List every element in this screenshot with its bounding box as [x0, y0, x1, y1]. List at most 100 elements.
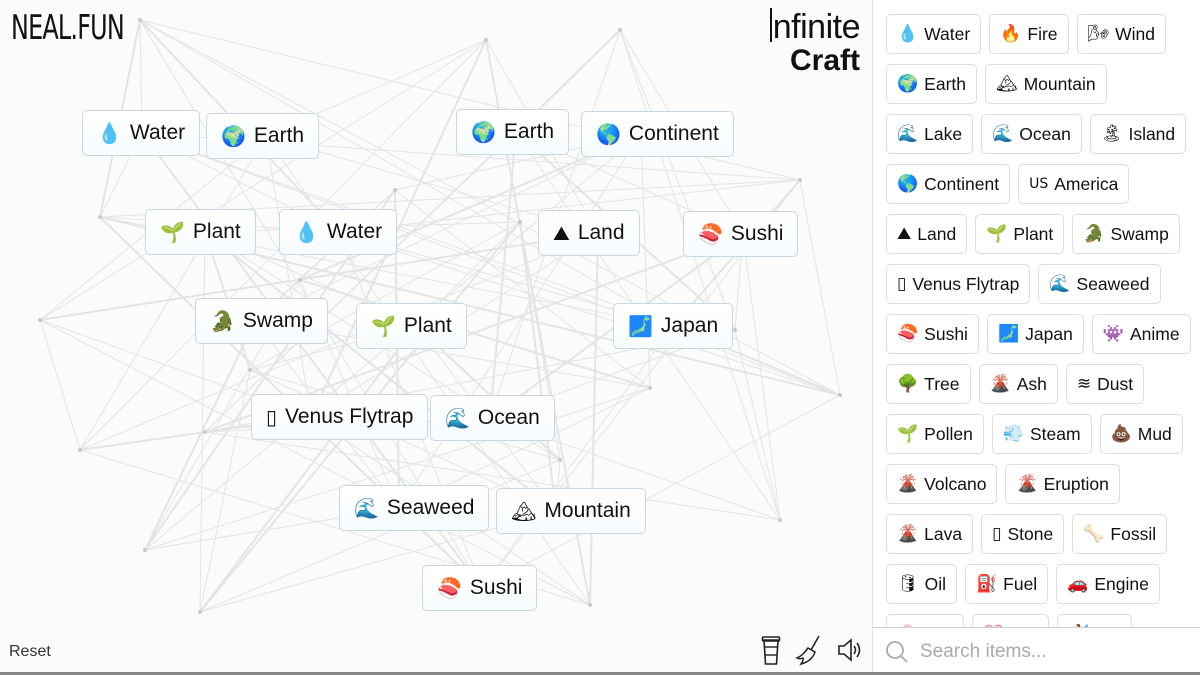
sidebar-item-h-[interactable]: 💗H...	[972, 614, 1049, 627]
connection-line	[799, 179, 841, 396]
sidebar-item-label: Pollen	[924, 423, 973, 444]
node-label: Land	[577, 221, 625, 244]
canvas-node-continent[interactable]: 🌎 Continent	[581, 111, 734, 157]
sidebar-item-venus-flytrap[interactable]: ▯ Venus Flytrap	[886, 264, 1031, 304]
sidebar-item-tree[interactable]: 🌳 Tree	[886, 364, 971, 404]
sidebar-item-label: Volcano	[924, 473, 987, 494]
wave-icon: 🌊	[354, 496, 379, 520]
tree-icon: 🌳	[897, 373, 919, 394]
connection-dot	[733, 328, 737, 332]
sidebar-item-dust[interactable]: ≋ Dust	[1065, 364, 1145, 404]
sidebar-item-fossil[interactable]: 🦴 Fossil	[1072, 514, 1168, 554]
sidebar-item-earth[interactable]: 🌍 Earth	[886, 64, 977, 104]
earth-globe-icon: 🌍	[471, 120, 496, 144]
sidebar-item-lava[interactable]: 🌋 Lava	[886, 514, 974, 554]
sidebar-item-label: Tree	[924, 373, 960, 394]
sidebar-item-ash[interactable]: 🌋 Ash	[978, 364, 1058, 404]
sidebar-item-volcano[interactable]: 🌋 Volcano	[886, 464, 998, 504]
broom-icon[interactable]	[795, 634, 823, 666]
sidebar-item-label: Fuel	[1003, 573, 1038, 594]
sidebar-item-label: Plant	[1013, 223, 1054, 244]
connection-dot	[558, 458, 562, 462]
canvas-node-plant[interactable]: 🌱 Plant	[145, 209, 256, 255]
canvas-node-water[interactable]: 💧 Water	[82, 110, 201, 156]
sidebar-item-label: Lava	[924, 523, 963, 544]
canvas-node-water[interactable]: 💧 Water	[279, 209, 398, 255]
sidebar-item-fire[interactable]: 🔥 Fire	[989, 14, 1069, 54]
wave-icon: 🌊	[1049, 273, 1071, 294]
brand-line1: nfinite	[772, 8, 861, 46]
connection-dot	[798, 178, 802, 182]
sidebar-item-eruption[interactable]: 🌋 Eruption	[1005, 464, 1120, 504]
sidebar-item-engine[interactable]: 🚗 Engine	[1056, 564, 1160, 604]
sidebar-item-ocean[interactable]: 🌊 Ocean	[981, 114, 1082, 154]
crafting-canvas[interactable]: NEAL.FUN nfinite Craft 💧 Water 🌍 Earth 🌍 Eart…	[0, 0, 872, 675]
volcano-icon: 🌋	[1016, 473, 1038, 494]
node-label: Mountain	[544, 499, 631, 522]
sidebar-item-anime[interactable]: 👾 Anime	[1091, 314, 1191, 354]
sidebar-item-lake[interactable]: 🌊 Lake	[886, 114, 974, 154]
canvas-node-earth[interactable]: 🌍 Earth	[456, 109, 570, 155]
sidebar-item-swamp[interactable]: 🐊 Swamp	[1072, 214, 1180, 254]
canvas-node-swamp[interactable]: 🐊 Swamp	[195, 298, 328, 344]
node-label: Sushi	[469, 576, 523, 599]
sidebar-item-land[interactable]: ⛰ Land	[886, 214, 968, 254]
search-icon	[886, 641, 908, 663]
sidebar-item-fuel[interactable]: ⛽ Fuel	[964, 564, 1049, 604]
sidebar-item-steam[interactable]: 💨 Steam	[991, 414, 1092, 454]
sidebar-item-seaweed[interactable]: 🌊 Seaweed	[1038, 264, 1161, 304]
canvas-node-plant[interactable]: 🌱 Plant	[356, 303, 467, 349]
sidebar-item-stone[interactable]: ▯ Stone	[981, 514, 1065, 554]
connection-dot	[138, 18, 142, 22]
coffee-cup-icon[interactable]	[758, 634, 786, 665]
canvas-node-sushi[interactable]: 🍣 Sushi	[683, 211, 799, 257]
canvas-node-land[interactable]: ⛰ Land	[538, 210, 640, 256]
items-sidebar[interactable]: 💧 Water 🔥 Fire 🌬 Wind 🌍 Earth 🏔 Mountain 🌊 Lake 🌊 Oce…	[873, 0, 1200, 627]
canvas-node-mountain[interactable]: 🏔 Mountain	[496, 488, 646, 534]
sidebar-item-label: Japan	[1025, 323, 1073, 344]
land-icon: ⛰	[553, 221, 570, 245]
sidebar-item-oil[interactable]: 🛢 Oil	[886, 564, 957, 604]
canvas-node-earth[interactable]: 🌍 Earth	[206, 113, 320, 159]
monster-icon: 👾	[1102, 323, 1124, 344]
sidebar-item-japan[interactable]: 🗾 Japan	[986, 314, 1084, 354]
globe-americas-icon: 🌎	[897, 173, 919, 194]
speaker-icon[interactable]	[836, 636, 864, 666]
sidebar-item-mud[interactable]: 💩 Mud	[1099, 414, 1183, 454]
sidebar-item-wind[interactable]: 🌬 Wind	[1076, 14, 1166, 54]
sidebar-item-label: Stone	[1007, 523, 1054, 544]
sidebar-item-sushi[interactable]: 🍣 Sushi	[886, 314, 979, 354]
connection-dot	[518, 220, 522, 224]
sidebar-item-s-[interactable]: 🏄S...	[1056, 614, 1133, 627]
sidebar-item-water[interactable]: 💧 Water	[886, 14, 982, 54]
canvas-node-japan[interactable]: 🗾 Japan	[613, 303, 734, 349]
fire-icon: 🔥	[1000, 23, 1022, 44]
sidebar-item-label: Dust	[1097, 373, 1134, 394]
steam-icon: 💨	[1002, 423, 1024, 444]
reset-button[interactable]: Reset	[9, 643, 51, 661]
connection-dot	[484, 38, 488, 42]
water-drop-icon: 💧	[897, 23, 919, 44]
sidebar-item-label: Oil	[924, 573, 946, 594]
sidebar-item-fl-[interactable]: 🌸Fl...	[886, 614, 965, 627]
sidebar-item-america[interactable]: US America	[1018, 164, 1130, 204]
sidebar-item-label: Steam	[1030, 423, 1081, 444]
sidebar-item-pollen[interactable]: 🌱 Pollen	[886, 414, 984, 454]
wave-icon: 🌊	[897, 123, 919, 144]
search-input[interactable]	[918, 640, 1172, 664]
sidebar-item-plant[interactable]: 🌱 Plant	[975, 214, 1065, 254]
canvas-node-seaweed[interactable]: 🌊 Seaweed	[339, 485, 490, 531]
canvas-node-venus-flytrap[interactable]: ▯ Venus Flytrap	[251, 394, 429, 440]
canvas-node-sushi[interactable]: 🍣 Sushi	[422, 565, 538, 611]
node-label: Japan	[660, 314, 719, 337]
neal-fun-logo[interactable]: NEAL.FUN	[11, 8, 125, 48]
node-label: Plant	[192, 220, 241, 243]
sidebar-item-continent[interactable]: 🌎 Continent	[886, 164, 1011, 204]
sidebar-item-island[interactable]: 🏝 Island	[1089, 114, 1187, 154]
sidebar-item-mountain[interactable]: 🏔 Mountain	[985, 64, 1107, 104]
canvas-node-ocean[interactable]: 🌊 Ocean	[430, 395, 555, 441]
island-icon: 🏝	[1100, 123, 1123, 144]
sidebar-item-label: Anime	[1129, 323, 1180, 344]
connection-dot	[248, 368, 252, 372]
us-flag-icon: US	[1029, 176, 1049, 192]
